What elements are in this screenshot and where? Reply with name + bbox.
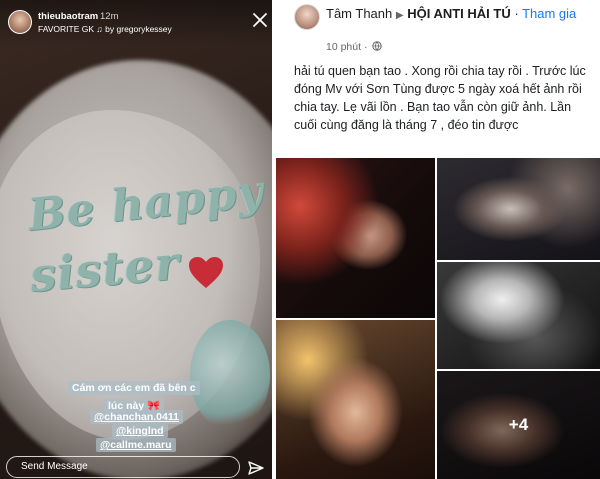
caption-line-1: Cám ơn các em đã bên c bbox=[68, 381, 200, 395]
caret-right-icon: ▶ bbox=[395, 10, 404, 21]
more-photos-count: +4 bbox=[508, 415, 529, 434]
facebook-post: Tâm Thanh ▶ HỘI ANTI HẢI TÚ · Tham gia 1… bbox=[276, 0, 600, 479]
music-note-icon: ♫ bbox=[96, 24, 103, 34]
post-photo-more[interactable]: +4 bbox=[437, 371, 600, 479]
story-header bbox=[0, 0, 272, 46]
mention-tag[interactable]: @callme.maru bbox=[96, 438, 176, 452]
post-photo[interactable] bbox=[437, 262, 600, 369]
story-avatar[interactable] bbox=[8, 10, 32, 34]
story-subtitle: FAVORITE GK ♫ by gregorykessey bbox=[38, 24, 172, 34]
author-avatar[interactable] bbox=[294, 4, 320, 30]
heart-icon bbox=[189, 257, 223, 288]
post-header: Tâm Thanh ▶ HỘI ANTI HẢI TÚ · Tham gia bbox=[326, 6, 577, 21]
post-text: hải tú quen bạn tao . Xong rồi chia tay … bbox=[294, 64, 586, 132]
post-timestamp[interactable]: 10 phút bbox=[326, 41, 361, 53]
globe-icon bbox=[372, 41, 383, 51]
favorite-label: FAVORITE GK bbox=[38, 24, 95, 34]
post-photo[interactable] bbox=[437, 158, 600, 260]
post-meta: 10 phút · bbox=[326, 41, 383, 53]
mention-tag[interactable]: @chanchan.0411 bbox=[90, 410, 183, 424]
paper-plane-icon[interactable] bbox=[248, 460, 264, 476]
story-username[interactable]: thieubaotram bbox=[38, 11, 98, 22]
post-photo[interactable] bbox=[276, 320, 435, 479]
story-timestamp: 12m bbox=[100, 11, 119, 22]
author-name[interactable]: Tâm Thanh bbox=[326, 6, 392, 21]
join-group-link[interactable]: Tham gia bbox=[522, 6, 576, 21]
send-message-placeholder: Send Message bbox=[21, 461, 88, 472]
mention-tag[interactable]: @kinglnd bbox=[112, 424, 168, 438]
post-photo[interactable] bbox=[276, 158, 435, 318]
close-icon[interactable] bbox=[252, 12, 268, 28]
instagram-story[interactable]: Be happy sister thieubaotram 12m FAVORIT… bbox=[0, 0, 272, 479]
group-name[interactable]: HỘI ANTI HẢI TÚ bbox=[407, 6, 511, 21]
story-caption: Cám ơn các em đã bên c lúc này 🎀 bbox=[68, 378, 238, 414]
send-message-input[interactable]: Send Message bbox=[6, 456, 240, 478]
music-credit[interactable]: by gregorykessey bbox=[105, 24, 172, 34]
meta-separator: · bbox=[363, 41, 368, 53]
